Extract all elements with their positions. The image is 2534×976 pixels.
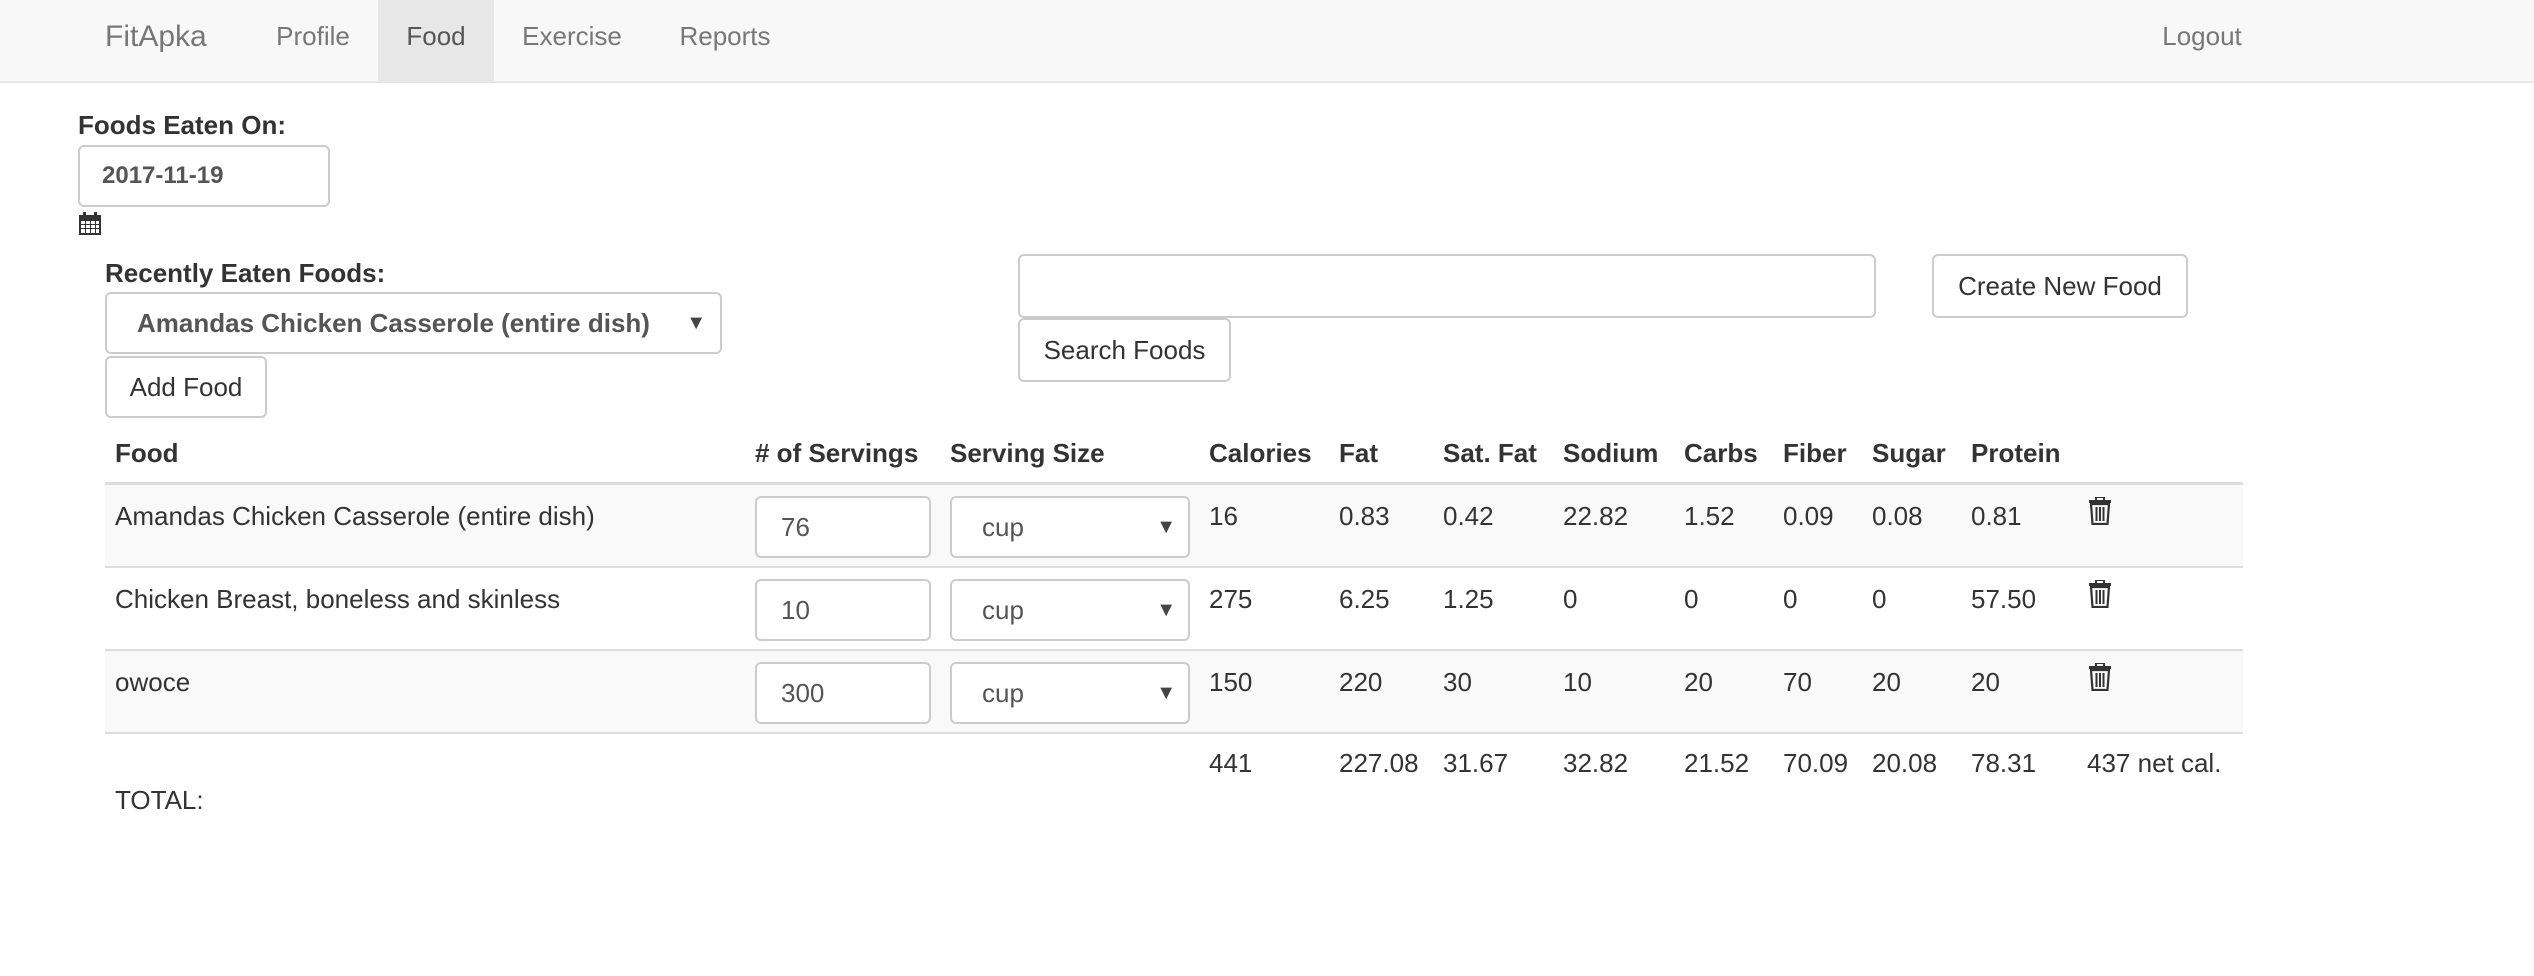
create-new-food-button[interactable]: Create New Food	[1932, 254, 2188, 318]
calories-cell: 16	[1209, 501, 1238, 531]
serving-size-select[interactable]: cup ▼	[950, 496, 1190, 558]
chevron-down-icon: ▼	[1156, 516, 1176, 538]
table-row: Amandas Chicken Casserole (entire dish) …	[105, 485, 2243, 568]
calories-cell: 275	[1209, 584, 1253, 614]
fat-cell: 0.83	[1339, 501, 1390, 531]
fat-cell: 220	[1339, 667, 1383, 697]
servings-input[interactable]: 10	[755, 579, 931, 641]
fiber-cell: 70	[1783, 667, 1812, 697]
total-label: TOTAL:	[115, 785, 204, 815]
recent-foods-select[interactable]: Amandas Chicken Casserole (entire dish) …	[105, 292, 722, 354]
fiber-cell: 0	[1783, 584, 1798, 614]
trash-icon[interactable]	[2089, 497, 2111, 525]
total-fiber: 70.09	[1783, 748, 1849, 778]
sat-fat-cell: 0.42	[1443, 501, 1494, 531]
protein-cell: 0.81	[1971, 501, 2022, 531]
serving-size-value: cup	[982, 512, 1024, 542]
total-calories: 441	[1209, 748, 1253, 778]
date-input[interactable]: 2017-11-19	[78, 145, 330, 207]
header-calories: Calories	[1209, 438, 1312, 468]
total-sugar: 20.08	[1872, 748, 1938, 778]
header-carbs: Carbs	[1684, 438, 1758, 468]
recent-foods-selected: Amandas Chicken Casserole (entire dish)	[137, 308, 650, 338]
search-foods-button[interactable]: Search Foods	[1018, 318, 1231, 382]
food-name: owoce	[115, 667, 191, 697]
header-sat-fat: Sat. Fat	[1443, 438, 1537, 468]
sodium-cell: 22.82	[1563, 501, 1629, 531]
total-protein: 78.31	[1971, 748, 2037, 778]
header-protein: Protein	[1971, 438, 2061, 468]
table-row: owoce 300 cup ▼ 150 220 30 10 20 70 20 2…	[105, 651, 2243, 734]
calories-cell: 150	[1209, 667, 1253, 697]
total-sat-fat: 31.67	[1443, 748, 1509, 778]
sugar-cell: 0.08	[1872, 501, 1923, 531]
fat-cell: 6.25	[1339, 584, 1390, 614]
header-sodium: Sodium	[1563, 438, 1659, 468]
total-fat: 227.08	[1339, 748, 1419, 778]
sodium-cell: 10	[1563, 667, 1592, 697]
carbs-cell: 1.52	[1684, 501, 1735, 531]
trash-icon[interactable]	[2089, 663, 2111, 691]
fiber-cell: 0.09	[1783, 501, 1834, 531]
servings-input[interactable]: 300	[755, 662, 931, 724]
protein-cell: 57.50	[1971, 584, 2037, 614]
chevron-down-icon: ▼	[1156, 599, 1176, 621]
header-food: Food	[115, 438, 179, 468]
total-sodium: 32.82	[1563, 748, 1629, 778]
serving-size-value: cup	[982, 595, 1024, 625]
serving-size-select[interactable]: cup ▼	[950, 662, 1190, 724]
sodium-cell: 0	[1563, 584, 1578, 614]
food-name: Amandas Chicken Casserole (entire dish)	[115, 501, 595, 531]
trash-icon[interactable]	[2089, 580, 2111, 608]
add-food-button[interactable]: Add Food	[105, 356, 267, 418]
carbs-cell: 20	[1684, 667, 1713, 697]
servings-input[interactable]: 76	[755, 496, 931, 558]
table-row: Chicken Breast, boneless and skinless 10…	[105, 568, 2243, 651]
search-input[interactable]	[1018, 254, 1876, 318]
nav-exercise[interactable]: Exercise	[506, 0, 638, 81]
calendar-icon[interactable]	[78, 212, 102, 236]
total-net-calories: 437 net cal.	[2087, 748, 2222, 778]
sugar-cell: 20	[1872, 667, 1901, 697]
chevron-down-icon: ▼	[1156, 682, 1176, 704]
chevron-down-icon: ▼	[686, 312, 706, 334]
nav-food[interactable]: Food	[378, 0, 494, 81]
sat-fat-cell: 1.25	[1443, 584, 1494, 614]
nav-profile[interactable]: Profile	[256, 0, 370, 81]
header-fiber: Fiber	[1783, 438, 1847, 468]
food-name: Chicken Breast, boneless and skinless	[115, 584, 561, 614]
brand-logo[interactable]: FitApka	[105, 0, 207, 83]
header-sugar: Sugar	[1872, 438, 1946, 468]
protein-cell: 20	[1971, 667, 2000, 697]
serving-size-value: cup	[982, 678, 1024, 708]
foods-eaten-on-label: Foods Eaten On:	[78, 110, 286, 140]
header-servings: # of Servings	[755, 438, 919, 468]
carbs-cell: 0	[1684, 584, 1699, 614]
total-carbs: 21.52	[1684, 748, 1750, 778]
nav-reports[interactable]: Reports	[660, 0, 790, 81]
header-fat: Fat	[1339, 438, 1378, 468]
serving-size-select[interactable]: cup ▼	[950, 579, 1190, 641]
recently-eaten-label: Recently Eaten Foods:	[105, 258, 386, 288]
sat-fat-cell: 30	[1443, 667, 1472, 697]
navbar: FitApka Profile Food Exercise Reports Lo…	[0, 0, 2534, 83]
header-serving-size: Serving Size	[950, 438, 1105, 468]
sugar-cell: 0	[1872, 584, 1887, 614]
nav-logout[interactable]: Logout	[2140, 0, 2264, 81]
